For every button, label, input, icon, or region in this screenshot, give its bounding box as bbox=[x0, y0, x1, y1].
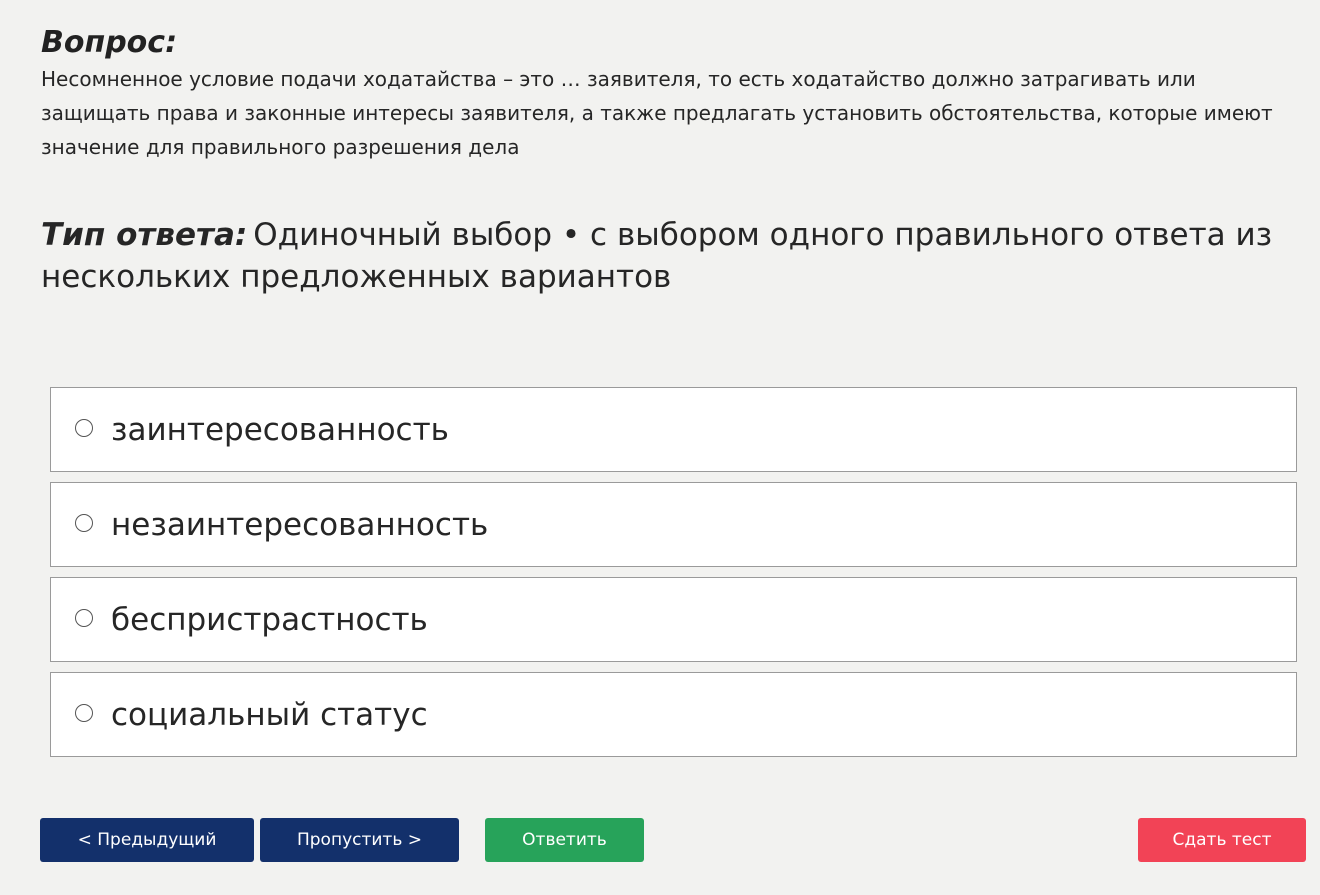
submit-test-button[interactable]: Сдать тест bbox=[1138, 818, 1306, 862]
answer-option[interactable]: беспристрастность bbox=[50, 577, 1297, 662]
question-heading: Вопрос: bbox=[41, 25, 178, 60]
radio-button[interactable] bbox=[75, 513, 93, 532]
option-label: социальный статус bbox=[111, 696, 428, 733]
radio-button[interactable] bbox=[75, 703, 93, 722]
answer-button[interactable]: Ответить bbox=[485, 818, 644, 862]
answer-options: заинтересованность незаинтересованность … bbox=[50, 387, 1297, 767]
answer-option[interactable]: социальный статус bbox=[50, 672, 1297, 757]
question-block: Вопрос: Несомненное условие подачи ходат… bbox=[41, 24, 1303, 164]
radio-button[interactable] bbox=[75, 608, 93, 627]
answer-option[interactable]: заинтересованность bbox=[50, 387, 1297, 472]
option-label: заинтересованность bbox=[111, 411, 449, 448]
answer-type-label: Тип ответа: bbox=[41, 217, 248, 253]
radio-button[interactable] bbox=[75, 418, 93, 437]
question-text: Несомненное условие подачи ходатайства –… bbox=[41, 67, 1273, 159]
answer-option[interactable]: незаинтересованность bbox=[50, 482, 1297, 567]
option-label: незаинтересованность bbox=[111, 506, 489, 543]
answer-type: Тип ответа: Одиночный выбор • с выбором о… bbox=[41, 214, 1291, 298]
previous-button[interactable]: < Предыдущий bbox=[40, 818, 254, 862]
skip-button[interactable]: Пропустить > bbox=[260, 818, 459, 862]
option-label: беспристрастность bbox=[111, 601, 428, 638]
